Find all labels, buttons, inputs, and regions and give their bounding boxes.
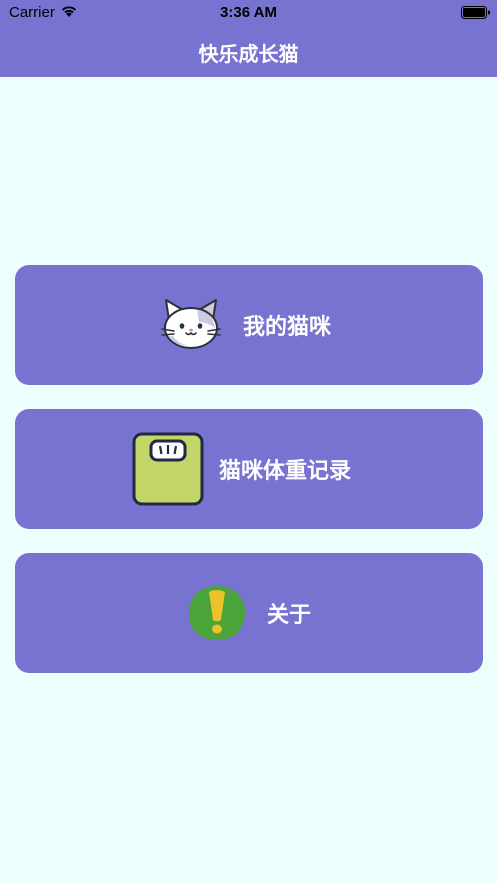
cat-weight-record-button[interactable]: 猫咪体重记录 [15,409,483,529]
cat-face-icon [161,298,221,354]
about-label: 关于 [267,603,312,628]
my-cat-label: 我的猫咪 [243,315,332,340]
my-cat-button[interactable]: 我的猫咪 [15,265,483,385]
exclamation-icon [187,584,247,646]
battery-icon [461,6,491,24]
about-button[interactable]: 关于 [15,553,483,673]
weight-scale-icon [132,432,204,510]
cat-weight-record-label: 猫咪体重记录 [219,459,352,484]
status-time: 3:36 AM [220,4,277,21]
nav-bar: 快乐成长猫 [0,26,497,77]
status-bar: Carrier 3:36 AM [0,0,497,26]
page-title: 快乐成长猫 [198,42,299,66]
